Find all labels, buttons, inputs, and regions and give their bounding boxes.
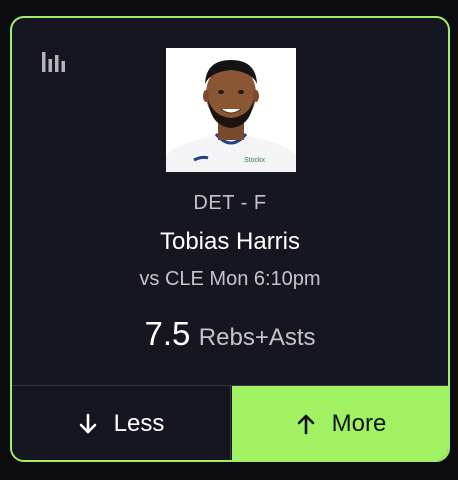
player-headshot: Stockx: [166, 48, 296, 172]
bar-chart-icon[interactable]: [40, 50, 68, 74]
team-position: DET - F: [193, 192, 267, 214]
line-stat: Rebs+Asts: [198, 324, 316, 351]
more-button[interactable]: More: [232, 386, 448, 460]
player-name: Tobias Harris: [159, 228, 301, 255]
game-info: vs CLE Mon 6:10pm: [139, 268, 321, 290]
projection-card[interactable]: Stockx DET - F Tobias Harris vs CLE Mon …: [10, 16, 450, 462]
line-value: 7.5: [144, 315, 191, 352]
projection-line: 7.5 Rebs+Asts: [12, 315, 448, 353]
less-label: Less: [113, 410, 165, 437]
more-label: More: [331, 410, 387, 437]
svg-text:Stockx: Stockx: [244, 157, 266, 164]
arrow-up-icon: [296, 413, 316, 435]
less-button[interactable]: Less: [12, 386, 231, 460]
arrow-down-icon: [78, 413, 98, 435]
